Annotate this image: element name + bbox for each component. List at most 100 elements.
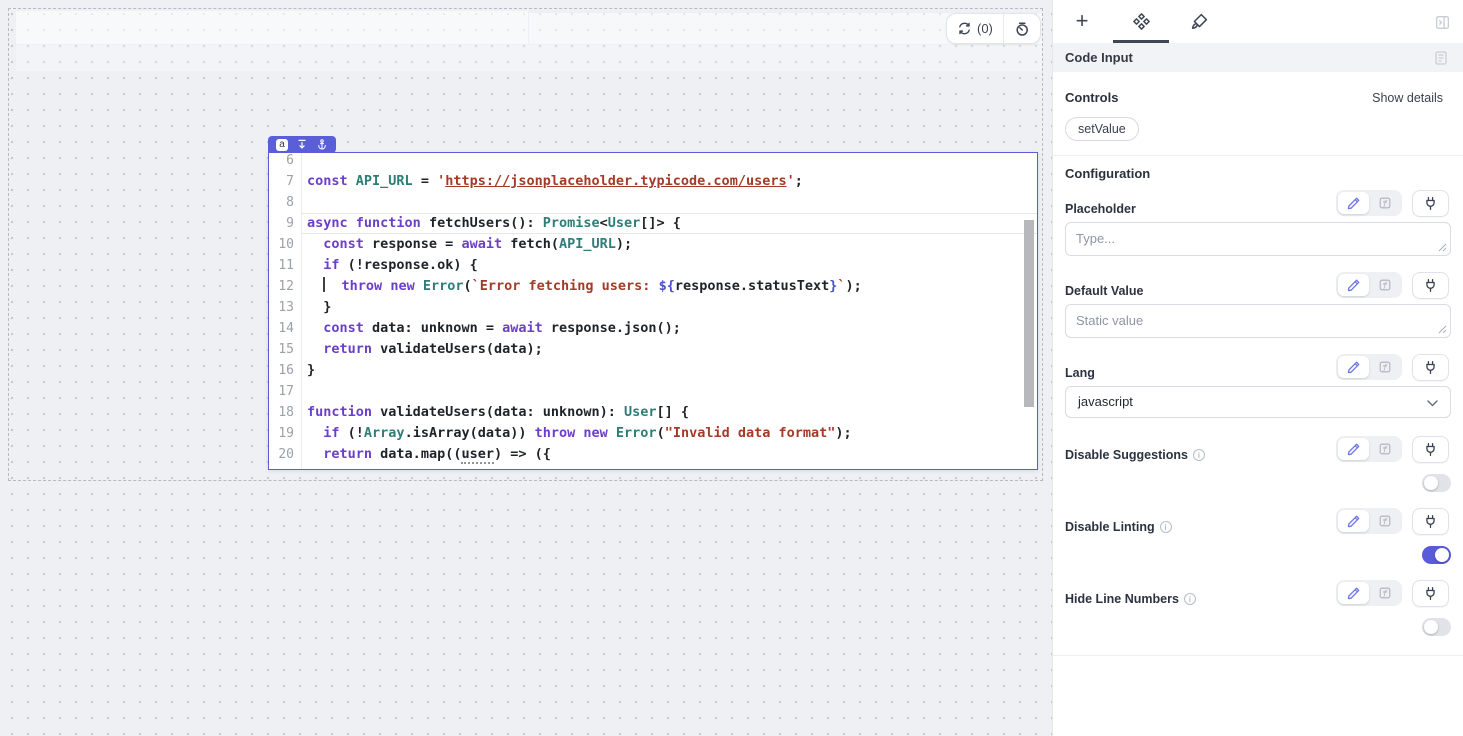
code-line-text: if (!response.ok) { [302,255,1037,276]
configuration-heading: Configuration [1065,166,1150,181]
line-number: 20 [269,444,302,465]
control-chip[interactable]: setValue [1065,117,1139,141]
edit-mode-button[interactable] [1338,582,1369,604]
code-line[interactable]: 7const API_URL = 'https://jsonplaceholde… [269,171,1037,192]
code-line-text: const response = await fetch(API_URL); [302,234,1037,255]
function-mode-button[interactable]: f [1369,438,1400,460]
code-line-text: } [302,297,1037,318]
bind-data-button[interactable] [1412,354,1449,381]
function-mode-button[interactable]: f [1369,192,1400,214]
code-editor[interactable]: 67const API_URL = 'https://jsonplacehold… [269,153,1037,469]
info-icon[interactable]: i [1193,449,1205,461]
edit-mode-button[interactable] [1338,356,1369,378]
ghost-widget [16,45,1042,71]
code-line-text: if (!Array.isArray(data)) throw new Erro… [302,423,1037,444]
toggle-knob [1424,620,1438,634]
code-line[interactable]: 12 throw new Error(`Error fetching users… [269,276,1037,297]
anchor-icon[interactable] [316,138,328,151]
edit-mode-button[interactable] [1338,438,1369,460]
function-icon: f [1378,278,1392,292]
line-number: 19 [269,423,302,444]
insert-below-icon[interactable] [296,138,308,151]
code-line[interactable]: 20 return data.map((user) => ({ [269,444,1037,465]
bind-data-button[interactable] [1412,436,1449,463]
code-line[interactable]: 8 [269,192,1037,213]
resize-handle-icon[interactable] [1438,325,1447,334]
plug-icon [1423,278,1438,293]
plug-icon [1423,442,1438,457]
refresh-button[interactable]: (0) [947,14,1003,43]
resize-handle-icon[interactable] [1438,243,1447,252]
edit-mode-button[interactable] [1338,192,1369,214]
code-line-text: } [302,360,1037,381]
section-divider [1053,655,1463,656]
collapse-panel-button[interactable] [1431,11,1453,33]
line-number: 21 [269,465,302,469]
code-line-text [302,465,1037,469]
row-label: Default Value [1065,284,1144,298]
bind-data-button[interactable] [1412,580,1449,607]
widget-badge[interactable]: a [268,136,336,153]
svg-text:f: f [1382,517,1387,526]
line-number: 9 [269,213,302,234]
code-line[interactable]: 19 if (!Array.isArray(data)) throw new E… [269,423,1037,444]
section-divider [1053,155,1463,156]
placeholder-input[interactable]: Type... [1065,222,1451,256]
code-line[interactable]: 10 const response = await fetch(API_URL)… [269,234,1037,255]
bind-data-button[interactable] [1412,508,1449,535]
code-line[interactable]: 21 [269,465,1037,469]
function-icon: f [1378,514,1392,528]
code-line[interactable]: 9async function fetchUsers(): Promise<Us… [269,213,1037,234]
refresh-icon [957,21,972,36]
function-mode-button[interactable]: f [1369,274,1400,296]
default-value-input[interactable]: Static value [1065,304,1451,338]
info-icon[interactable]: i [1160,521,1172,533]
pencil-icon [1346,278,1361,293]
lang-select[interactable]: javascript [1065,386,1451,418]
code-line-text: const data: unknown = await response.jso… [302,318,1037,339]
bind-data-button[interactable] [1412,272,1449,299]
edit-mode-button[interactable] [1338,274,1369,296]
editor-scrollbar[interactable] [1024,220,1034,407]
code-line[interactable]: 16} [269,360,1037,381]
function-mode-button[interactable]: f [1369,510,1400,532]
disable-suggestions-toggle[interactable] [1422,474,1451,492]
plug-icon [1423,360,1438,375]
line-number: 6 [269,153,302,171]
line-number: 12 [269,276,302,297]
pencil-icon [1346,514,1361,529]
canvas[interactable]: (0) a 67const API_URL = 'https://jsonpla… [0,0,1052,736]
function-mode-button[interactable]: f [1369,582,1400,604]
code-line[interactable]: 11 if (!response.ok) { [269,255,1037,276]
hide-line-numbers-toggle[interactable] [1422,618,1451,636]
code-line[interactable]: 17 [269,381,1037,402]
plug-icon [1423,586,1438,601]
tab-styles[interactable] [1171,0,1227,42]
code-line-text: function validateUsers(data: unknown): U… [302,402,1037,423]
row-label: Lang [1065,366,1095,380]
edit-mode-button[interactable] [1338,510,1369,532]
components-icon [1132,12,1151,31]
function-mode-button[interactable]: f [1369,356,1400,378]
code-input-widget[interactable]: a 67const API_URL = 'https://jsonplaceho… [268,152,1038,470]
component-doc-icon[interactable] [1433,50,1449,66]
code-line[interactable]: 18function validateUsers(data: unknown):… [269,402,1037,423]
tab-add-component[interactable]: + [1054,0,1110,42]
info-icon[interactable]: i [1184,593,1196,605]
code-line[interactable]: 15 return validateUsers(data); [269,339,1037,360]
row-label: Hide Line Numbersi [1065,592,1196,606]
canvas-toolbar: (0) [946,13,1041,44]
show-details-link[interactable]: Show details [1372,91,1443,105]
row-label: Placeholder [1065,202,1136,216]
code-line[interactable]: 6 [269,153,1037,171]
disable-linting-toggle[interactable] [1422,546,1451,564]
function-icon: f [1378,442,1392,456]
history-button[interactable] [1004,14,1040,43]
inspector-panel: + Code Input Controls Show details setVa… [1052,0,1463,736]
code-line-text: return validateUsers(data); [302,339,1037,360]
line-number: 18 [269,402,302,423]
bind-data-button[interactable] [1412,190,1449,217]
code-line[interactable]: 13 } [269,297,1037,318]
code-line[interactable]: 14 const data: unknown = await response.… [269,318,1037,339]
tab-components[interactable] [1113,0,1169,42]
